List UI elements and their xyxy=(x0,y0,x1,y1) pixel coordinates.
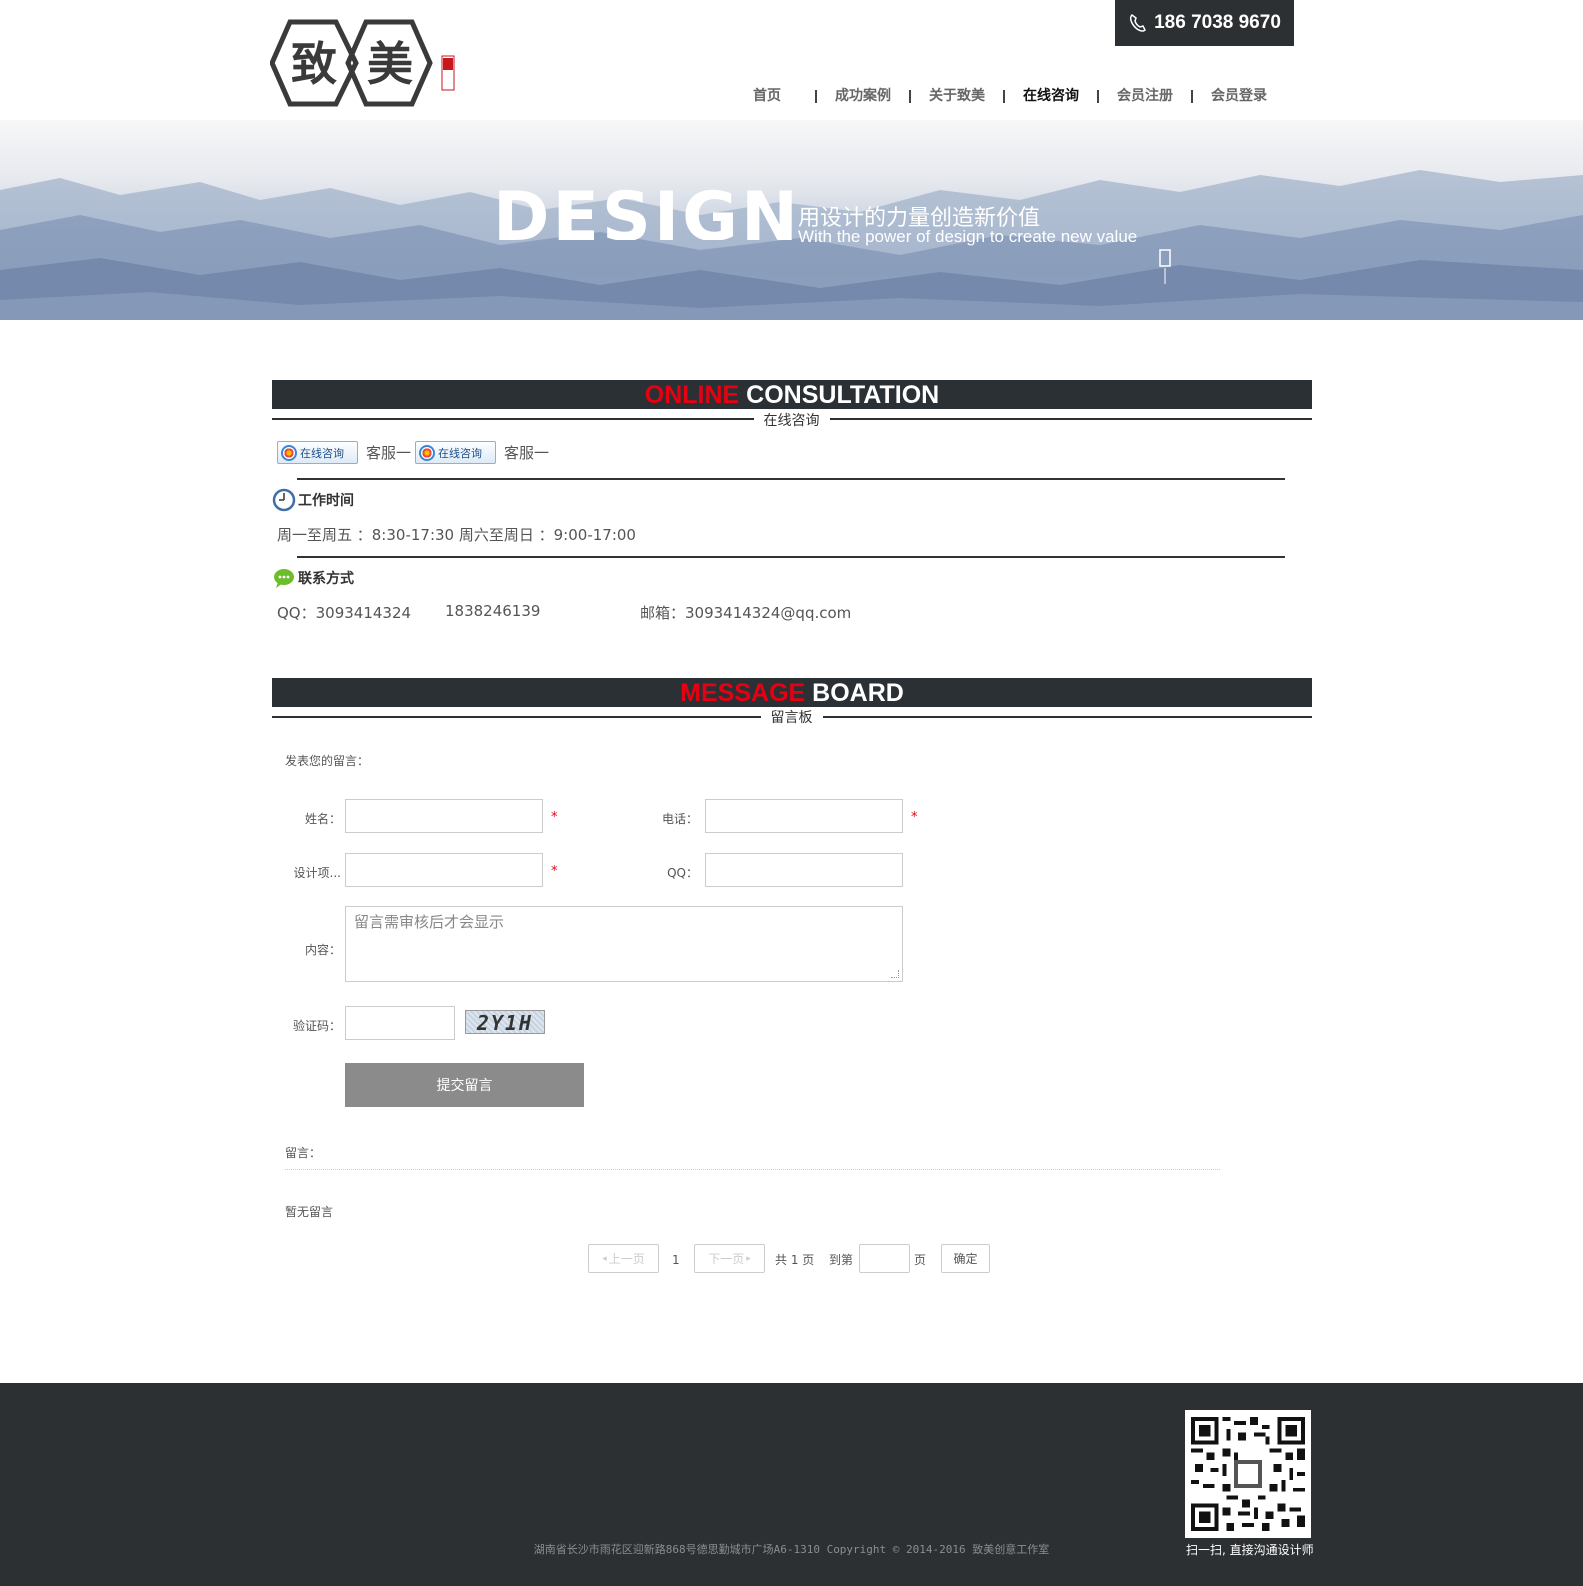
board-intro: 发表您的留言： xyxy=(285,754,370,768)
qq-service-label: 客服一 xyxy=(366,444,412,462)
banner-slogan-en: With the power of design to create new v… xyxy=(798,227,1138,246)
required-mark: * xyxy=(911,810,918,825)
clock-icon xyxy=(272,488,296,512)
phone-label: 电话： xyxy=(661,812,698,826)
hero-banner: DESIGN 用设计的力量创造新价值 With the power of des… xyxy=(0,120,1583,320)
required-mark: * xyxy=(551,810,558,825)
content-label: 内容： xyxy=(304,943,341,957)
board-subtitle: 留言板 xyxy=(760,710,823,726)
consult-separator xyxy=(297,556,1285,558)
current-page[interactable]: 1 xyxy=(672,1253,680,1267)
goto-page-input[interactable] xyxy=(859,1244,910,1273)
qr-code-icon xyxy=(1191,1417,1305,1531)
work-time-text: 周一至周五 ：8:30-17:30 周六至周日 ：9:00-17:00 xyxy=(277,526,636,544)
qq-badge-label: 在线咨询 xyxy=(438,446,482,460)
required-mark: * xyxy=(551,864,558,879)
messages-divider xyxy=(285,1169,1220,1170)
next-page-button[interactable]: 下一页 ▸ xyxy=(694,1244,765,1273)
phone-input[interactable] xyxy=(705,799,903,833)
consult-subtitle: 在线咨询 xyxy=(753,413,830,429)
nav-item-home[interactable]: 首页 xyxy=(735,84,815,108)
chevron-right-icon: ▸ xyxy=(746,1253,751,1264)
phone-icon xyxy=(1130,14,1147,32)
name-input[interactable] xyxy=(345,799,543,833)
qq-online-badge[interactable]: 在线咨询 xyxy=(277,441,358,464)
chat-bubble-icon xyxy=(274,569,294,588)
consult-title-white: CONSULTATION xyxy=(739,381,940,409)
submit-message-button[interactable]: 提交留言 xyxy=(345,1063,584,1107)
board-title-red: MESSAGE xyxy=(680,679,806,707)
prev-page-label: 上一页 xyxy=(608,1252,645,1266)
consult-section-title: ONLINE CONSULTATION xyxy=(272,380,1312,409)
project-label: 设计项... xyxy=(293,866,341,880)
qq-badge-label: 在线咨询 xyxy=(300,446,344,460)
phone-banner[interactable]: 186 7038 9670 xyxy=(1115,0,1294,46)
banner-seal-icon xyxy=(1159,249,1171,284)
page-unit-label: 页 xyxy=(914,1253,927,1267)
board-section-title: MESSAGE BOARD xyxy=(272,678,1312,707)
board-title-white: BOARD xyxy=(805,679,904,707)
qq-input[interactable] xyxy=(705,853,903,887)
nav-item-about[interactable]: 关于致美 xyxy=(911,84,1003,108)
logo-mark-icon: 致 美 xyxy=(269,19,455,107)
work-time-heading: 工作时间 xyxy=(272,488,354,512)
svg-text:美: 美 xyxy=(367,37,413,91)
phone-number: 186 7038 9670 xyxy=(1154,12,1281,33)
contact-qq: QQ：3093414324 xyxy=(277,604,412,622)
nav-item-cases[interactable]: 成功案例 xyxy=(817,84,909,108)
contact-phone: 1838246139 xyxy=(445,602,541,620)
qq-logo-icon xyxy=(281,444,297,461)
total-pages: 共 1 页 xyxy=(775,1253,815,1267)
main-nav: 首页 成功案例 关于致美 在线咨询 会员注册 会员登录 xyxy=(735,84,1267,108)
no-messages-text: 暂无留言 xyxy=(285,1205,334,1219)
wechat-qr-code xyxy=(1185,1410,1311,1538)
content-textarea[interactable]: 留言需审核后才会显示 xyxy=(345,906,903,982)
name-label: 姓名： xyxy=(304,812,341,826)
contact-title: 联系方式 xyxy=(298,571,354,587)
page: 致 美 186 7038 9670 首页 成功案例 关于致美 在线咨询 会员注册… xyxy=(0,0,1583,1586)
nav-item-consult[interactable]: 在线咨询 xyxy=(1005,84,1097,108)
footer-copyright: 湖南省长沙市雨花区迎新路868号德思勤城市广场A6-1310 Copyright… xyxy=(533,1543,1050,1556)
chevron-left-icon: ◂ xyxy=(602,1253,607,1264)
qq-service-label: 客服一 xyxy=(504,444,550,462)
qq-logo-icon xyxy=(419,444,435,461)
qq-service-1[interactable]: 在线咨询 客服一 xyxy=(277,441,411,464)
captcha-image[interactable]: 2Y1H xyxy=(465,1010,545,1035)
nav-item-login[interactable]: 会员登录 xyxy=(1193,84,1267,108)
captcha-label: 验证码： xyxy=(292,1019,341,1033)
banner-headline: DESIGN xyxy=(493,178,801,240)
contact-heading: 联系方式 xyxy=(272,567,354,589)
qq-service-2[interactable]: 在线咨询 客服一 xyxy=(415,441,549,464)
board-subtitle-wrap: 留言板 xyxy=(0,707,1583,727)
nav-item-register[interactable]: 会员注册 xyxy=(1099,84,1191,108)
goto-label: 到第 xyxy=(829,1253,854,1267)
consult-separator xyxy=(297,478,1285,480)
qq-online-badge[interactable]: 在线咨询 xyxy=(415,441,496,464)
site-header: 致 美 186 7038 9670 首页 成功案例 关于致美 在线咨询 会员注册… xyxy=(0,0,1583,120)
captcha-input[interactable] xyxy=(345,1006,455,1040)
qq-label: QQ： xyxy=(667,866,698,880)
project-input[interactable] xyxy=(345,853,543,887)
contact-email: 邮箱：3093414324@qq.com xyxy=(640,604,852,622)
consult-subtitle-wrap: 在线咨询 xyxy=(0,410,1583,430)
work-time-title: 工作时间 xyxy=(298,493,354,509)
prev-page-button[interactable]: ◂ 上一页 xyxy=(588,1244,659,1273)
content-placeholder: 留言需审核后才会显示 xyxy=(354,913,505,931)
next-page-label: 下一页 xyxy=(708,1252,745,1266)
messages-label: 留言： xyxy=(285,1146,322,1160)
site-logo[interactable]: 致 美 xyxy=(269,18,460,108)
goto-confirm-button[interactable]: 确定 xyxy=(941,1244,990,1273)
consult-title-red: ONLINE xyxy=(644,381,740,409)
resize-grip-icon[interactable] xyxy=(891,970,899,978)
svg-text:致: 致 xyxy=(291,37,337,91)
